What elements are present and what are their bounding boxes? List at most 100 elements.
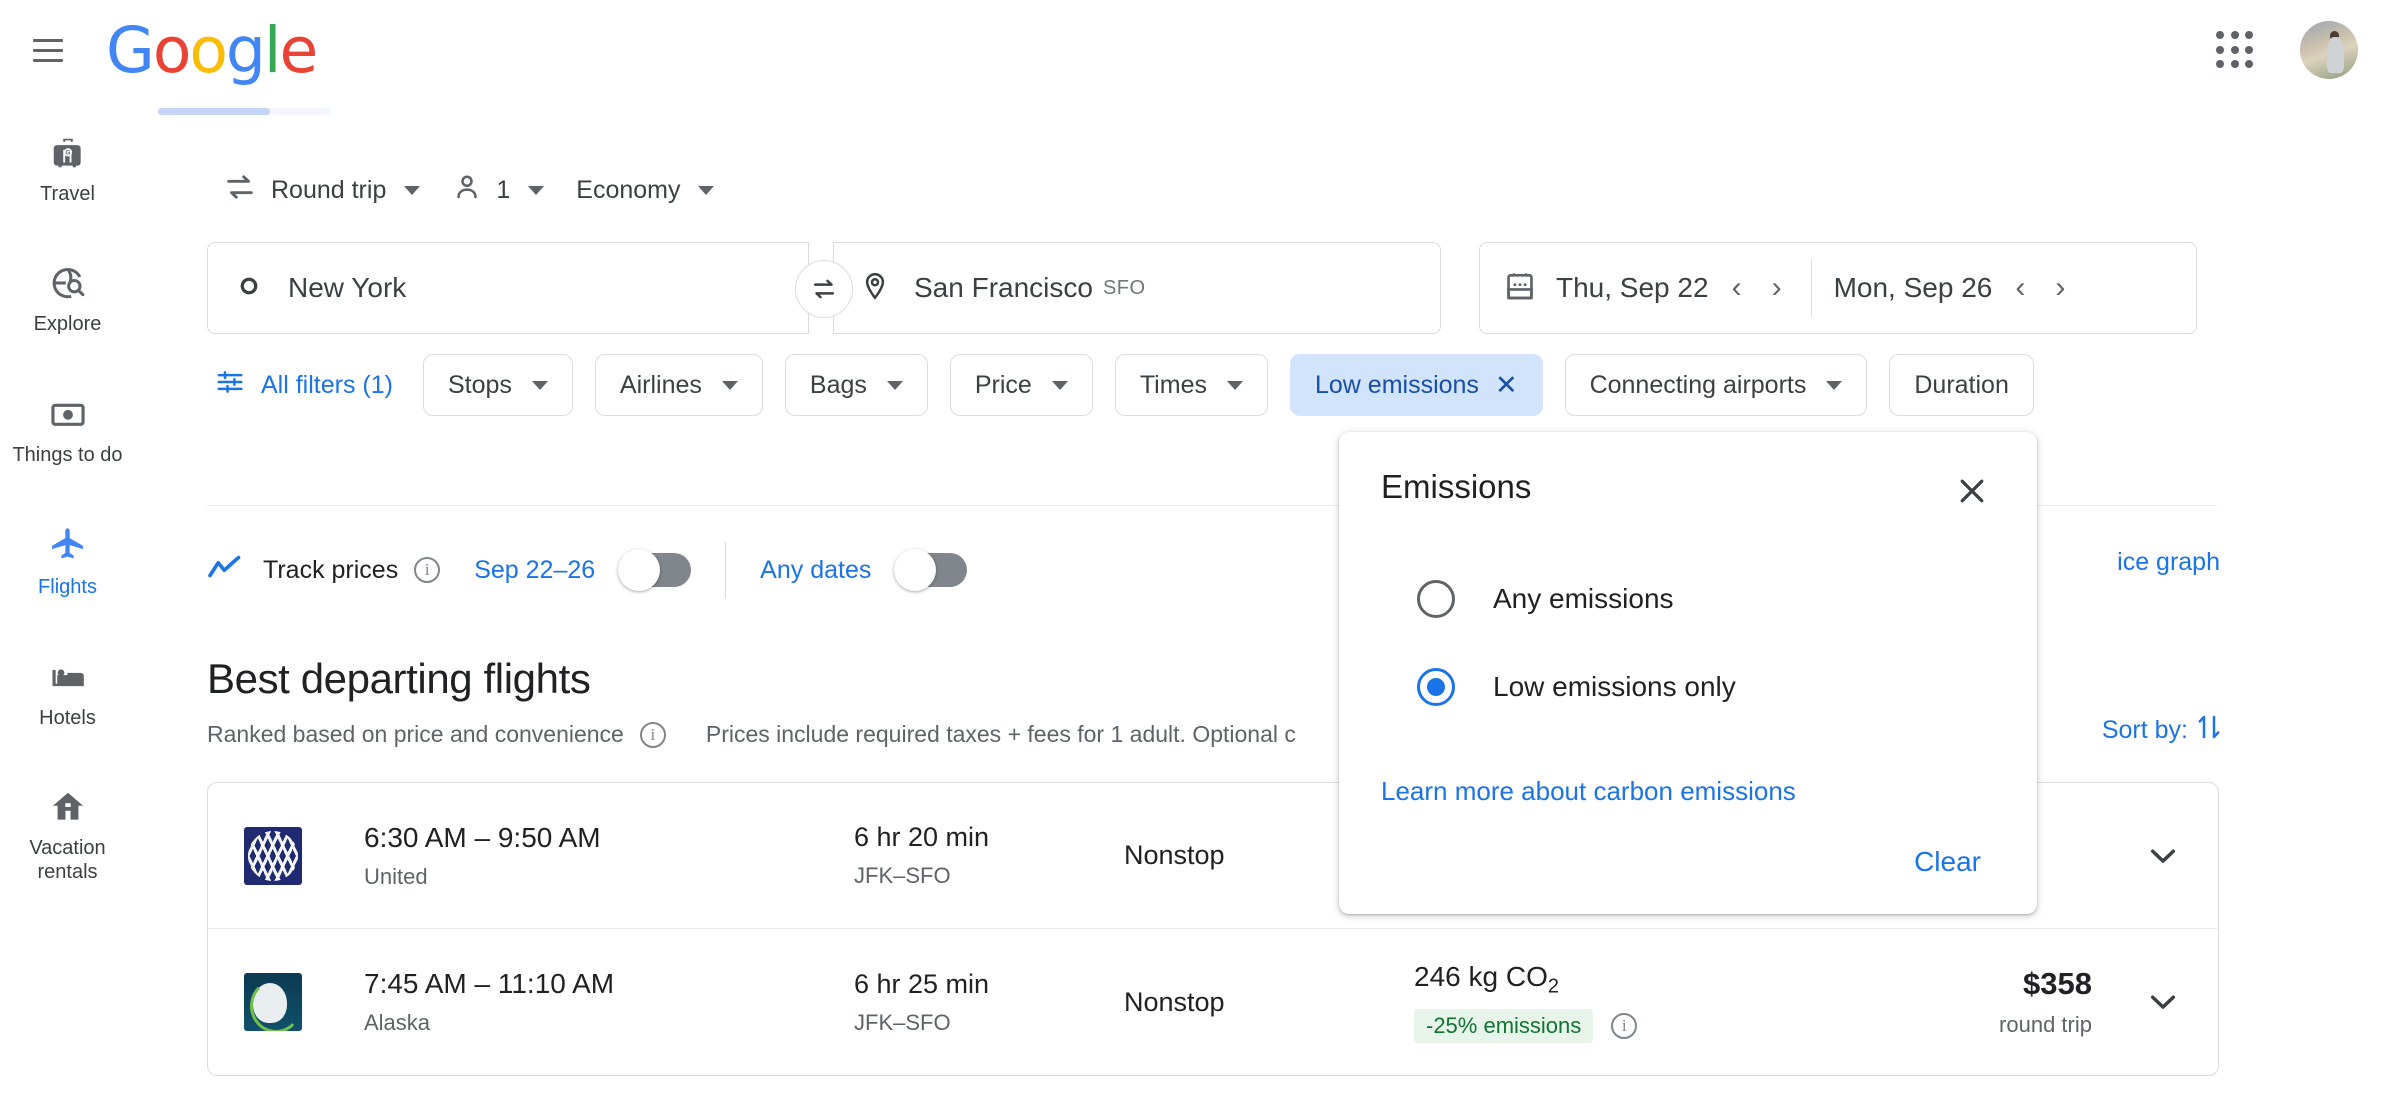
prev-departure-date-button[interactable]: ‹ [1725, 273, 1749, 303]
camera-icon [49, 395, 87, 433]
united-logo-icon [244, 826, 302, 885]
flight-route: JFK–SFO [854, 863, 951, 888]
remove-low-emissions-filter-icon[interactable]: ✕ [1495, 371, 1518, 399]
flight-times-cell: 7:45 AM – 11:10 AM Alaska [364, 968, 854, 1036]
expand-flight-row-button[interactable] [2092, 983, 2182, 1021]
hamburger-line [33, 48, 63, 52]
page-title: Best departing flights [207, 655, 591, 702]
filter-chip-low-emissions[interactable]: Low emissions ✕ [1289, 354, 1543, 416]
flight-price-sub: round trip [1999, 1012, 2092, 1037]
chevron-down-icon [1826, 380, 1843, 390]
filter-chips-row: All filters (1) Stops Airlines Bags Pric… [207, 354, 2400, 416]
track-date-range-label[interactable]: Sep 22–26 [474, 556, 595, 585]
destination-input[interactable]: San Francisco SFO [833, 242, 1441, 334]
radio-option-any-emissions[interactable]: Any emissions [1417, 580, 1995, 618]
filter-chip-connecting-airports[interactable]: Connecting airports [1564, 354, 1868, 416]
trip-options-row: Round trip 1 Economy [207, 160, 2400, 220]
destination-airport-code: SFO [1102, 276, 1146, 299]
house-icon [49, 788, 87, 826]
suitcase-icon: G [49, 134, 87, 172]
origin-input[interactable]: New York [207, 242, 809, 334]
learn-more-link[interactable]: Learn more about carbon emissions [1381, 776, 1995, 807]
sidebar-item-hotels[interactable]: Hotels [0, 644, 135, 742]
track-prices-info-icon[interactable]: i [414, 557, 441, 583]
swap-origin-destination-button[interactable] [795, 260, 853, 318]
any-dates-label[interactable]: Any dates [760, 556, 871, 585]
sidebar-item-travel[interactable]: G Travel [0, 120, 135, 218]
prev-return-date-button[interactable]: ‹ [2008, 273, 2032, 303]
chevron-down-icon [698, 185, 715, 195]
results-header: Best departing flights Ranked based on p… [207, 655, 1296, 748]
next-return-date-button[interactable]: › [2048, 273, 2072, 303]
trip-type-selector[interactable]: Round trip [207, 162, 436, 219]
flight-duration-cell: 6 hr 25 min JFK–SFO [854, 969, 1124, 1036]
tab-indicator-track [270, 108, 330, 115]
passengers-selector[interactable]: 1 [436, 164, 560, 217]
date-divider [1810, 260, 1812, 316]
flight-price-cell: $358 round trip [1832, 966, 2092, 1038]
flight-duration-cell: 6 hr 20 min JFK–SFO [854, 822, 1124, 889]
chevron-down-icon [531, 380, 548, 390]
google-apps-icon[interactable] [2208, 23, 2262, 77]
radio-label: Any emissions [1493, 583, 1674, 614]
radio-option-low-emissions-only[interactable]: Low emissions only [1417, 668, 1995, 706]
filter-chip-price[interactable]: Price [949, 354, 1093, 416]
sidebar-item-things-to-do[interactable]: Things to do [0, 381, 135, 479]
filter-chip-times[interactable]: Times [1114, 354, 1268, 416]
track-row-divider [725, 542, 727, 598]
radio-button-selected[interactable] [1417, 668, 1455, 706]
track-prices-label: Track prices [263, 555, 399, 584]
clear-button[interactable]: Clear [1914, 846, 1981, 878]
return-date-group[interactable]: Mon, Sep 26 ‹ › [1834, 272, 2073, 304]
filter-chip-duration[interactable]: Duration [1889, 354, 2034, 416]
close-icon[interactable] [1949, 468, 1995, 514]
main-menu-icon[interactable] [24, 26, 72, 74]
filter-chip-bags[interactable]: Bags [784, 354, 928, 416]
ranked-note: Ranked based on price and convenience [207, 721, 624, 747]
sidebar-item-label: Hotels [39, 706, 96, 729]
swap-arrows-icon [223, 170, 257, 211]
filter-chip-airlines[interactable]: Airlines [594, 354, 763, 416]
radio-button[interactable] [1417, 580, 1455, 618]
flight-times: 7:45 AM – 11:10 AM [364, 968, 615, 999]
expand-flight-row-button[interactable] [2092, 837, 2182, 875]
filters-sliders-icon [215, 367, 245, 404]
origin-value: New York [288, 272, 407, 303]
google-logo[interactable]: Google [106, 19, 318, 82]
location-pin-icon [860, 271, 890, 306]
flight-duration: 6 hr 20 min [854, 822, 990, 852]
calendar-icon [1504, 270, 1536, 307]
all-filters-button[interactable]: All filters (1) [207, 363, 401, 408]
table-row[interactable]: 7:45 AM – 11:10 AM Alaska 6 hr 25 min JF… [208, 929, 2218, 1075]
radio-label: Low emissions only [1493, 671, 1736, 702]
ranking-info-icon[interactable]: i [639, 721, 666, 748]
sort-by-button[interactable]: Sort by: [2102, 712, 2222, 749]
flight-route: JFK–SFO [854, 1009, 951, 1035]
chevron-down-icon [1051, 380, 1068, 390]
any-dates-toggle[interactable] [894, 549, 968, 591]
flight-search-panel: Round trip 1 Economy New York San Franci… [207, 160, 2400, 416]
track-prices-row: Track prices i Sep 22–26 Any dates [207, 540, 968, 600]
cabin-class-selector[interactable]: Economy [560, 168, 730, 213]
sidebar-item-vacation-rentals[interactable]: Vacation rentals [0, 774, 135, 897]
chip-label: Bags [809, 370, 867, 399]
emissions-badge-row: -25% emissions i [1414, 1008, 1814, 1043]
track-prices-toggle[interactable] [618, 549, 692, 591]
emissions-info-icon[interactable]: i [1611, 1012, 1638, 1039]
flight-airline: United [364, 863, 428, 889]
popup-title: Emissions [1381, 468, 1532, 505]
sidebar-item-flights[interactable]: Flights [0, 511, 135, 611]
chip-label: Stops [447, 370, 512, 399]
sidebar-item-explore[interactable]: Explore [0, 250, 135, 348]
sort-by-label: Sort by: [2101, 716, 2188, 744]
bed-icon [49, 658, 87, 696]
departure-date-group[interactable]: Thu, Sep 22 ‹ › [1556, 272, 1789, 304]
flight-times-cell: 6:30 AM – 9:50 AM United [364, 822, 854, 890]
next-departure-date-button[interactable]: › [1765, 273, 1789, 303]
top-bar-right [2208, 21, 2358, 79]
price-graph-link[interactable]: ice graph [2117, 548, 2220, 577]
dates-input[interactable]: Thu, Sep 22 ‹ › Mon, Sep 26 ‹ › [1479, 242, 2197, 334]
filter-chip-stops[interactable]: Stops [422, 354, 573, 416]
avatar[interactable] [2300, 21, 2358, 79]
explore-globe-icon [49, 264, 87, 302]
